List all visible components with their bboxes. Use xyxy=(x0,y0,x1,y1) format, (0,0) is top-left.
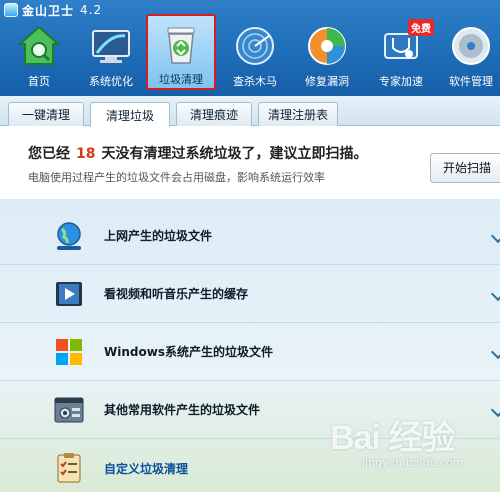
list-item[interactable]: Windows系统产生的垃圾文件 xyxy=(0,323,500,381)
list-item-label: 上网产生的垃圾文件 xyxy=(104,229,213,243)
list-item[interactable]: 其他常用软件产生的垃圾文件 xyxy=(0,381,500,439)
junk-category-list: 上网产生的垃圾文件 看视频和听音乐产生的缓存 Windows系统产生的垃圾文件 xyxy=(0,199,500,492)
scan-headline-prefix: 您已经 xyxy=(28,146,70,162)
nav-expert-boost[interactable]: 免费 专家加速 xyxy=(366,18,436,90)
windows-logo-icon xyxy=(52,335,86,369)
nav-trojan-scan[interactable]: 查杀木马 xyxy=(220,18,290,90)
toolbar: 金山卫士 4.2 首页 系统优化 垃圾清理 查杀木马 修复漏洞 免费 专家加速 … xyxy=(0,0,500,96)
monitor-optimize-icon xyxy=(89,24,133,68)
recycle-bin-icon xyxy=(159,22,203,66)
nav-junk-clean[interactable]: 垃圾清理 xyxy=(146,14,216,90)
radar-scan-icon xyxy=(233,24,277,68)
chevron-down-icon[interactable] xyxy=(490,286,500,301)
globe-icon xyxy=(52,219,86,253)
nav-software-manage[interactable]: 软件管理 xyxy=(436,18,500,90)
chevron-down-icon[interactable] xyxy=(490,402,500,417)
nav-label: 修复漏洞 xyxy=(305,75,349,88)
list-item-label: 自定义垃圾清理 xyxy=(104,461,189,476)
nav-repair-vuln[interactable]: 修复漏洞 xyxy=(292,18,362,90)
settings-window-icon xyxy=(52,393,86,427)
start-scan-button[interactable]: 开始扫描 xyxy=(430,153,500,183)
shield-logo-icon xyxy=(4,3,18,17)
scan-subtext: 电脑使用过程产生的垃圾文件会占用磁盘，影响系统运行效率 xyxy=(28,171,325,184)
home-icon xyxy=(17,24,61,68)
nav-label: 软件管理 xyxy=(449,75,493,88)
nav-label: 专家加速 xyxy=(379,75,423,88)
days-count: 18 xyxy=(76,146,96,162)
free-badge: 免费 xyxy=(408,19,434,36)
scan-headline: 您已经 18 天没有清理过系统垃圾了，建议立即扫描。 xyxy=(28,143,367,163)
list-item[interactable]: 看视频和听音乐产生的缓存 xyxy=(0,265,500,323)
tab-clean-traces[interactable]: 清理痕迹 xyxy=(176,102,252,126)
tab-strip: 一键清理 清理垃圾 清理痕迹 清理注册表 xyxy=(0,96,500,127)
list-item-label: Windows系统产生的垃圾文件 xyxy=(104,345,273,359)
cd-software-icon xyxy=(449,24,493,68)
checklist-icon xyxy=(52,451,86,485)
list-item[interactable]: 自定义垃圾清理 xyxy=(0,439,500,492)
scan-headline-suffix: 天没有清理过系统垃圾了，建议立即扫描。 xyxy=(101,146,368,162)
nav-label: 查杀木马 xyxy=(233,75,277,88)
tab-one-click-clean[interactable]: 一键清理 xyxy=(8,102,84,126)
list-item[interactable]: 上网产生的垃圾文件 xyxy=(0,207,500,265)
tab-clean-registry[interactable]: 清理注册表 xyxy=(258,102,338,126)
list-item-label: 其他常用软件产生的垃圾文件 xyxy=(104,403,261,417)
app-title: 金山卫士 xyxy=(22,3,75,18)
tab-clean-junk[interactable]: 清理垃圾 xyxy=(90,102,170,127)
nav-label: 系统优化 xyxy=(89,75,133,88)
nav-label: 首页 xyxy=(28,75,50,88)
app-version: 4.2 xyxy=(80,3,103,17)
chevron-down-icon[interactable] xyxy=(490,344,500,359)
nav-label: 垃圾清理 xyxy=(159,73,203,86)
disc-repair-icon xyxy=(305,24,349,68)
nav-system-optimize[interactable]: 系统优化 xyxy=(76,18,146,90)
chevron-down-icon[interactable] xyxy=(490,228,500,243)
title-bar: 金山卫士 4.2 xyxy=(0,0,500,20)
video-player-icon xyxy=(52,277,86,311)
nav-home[interactable]: 首页 xyxy=(4,18,74,90)
scan-banner: 您已经 18 天没有清理过系统垃圾了，建议立即扫描。 电脑使用过程产生的垃圾文件会占… xyxy=(0,127,500,199)
list-item-label: 看视频和听音乐产生的缓存 xyxy=(104,287,249,301)
